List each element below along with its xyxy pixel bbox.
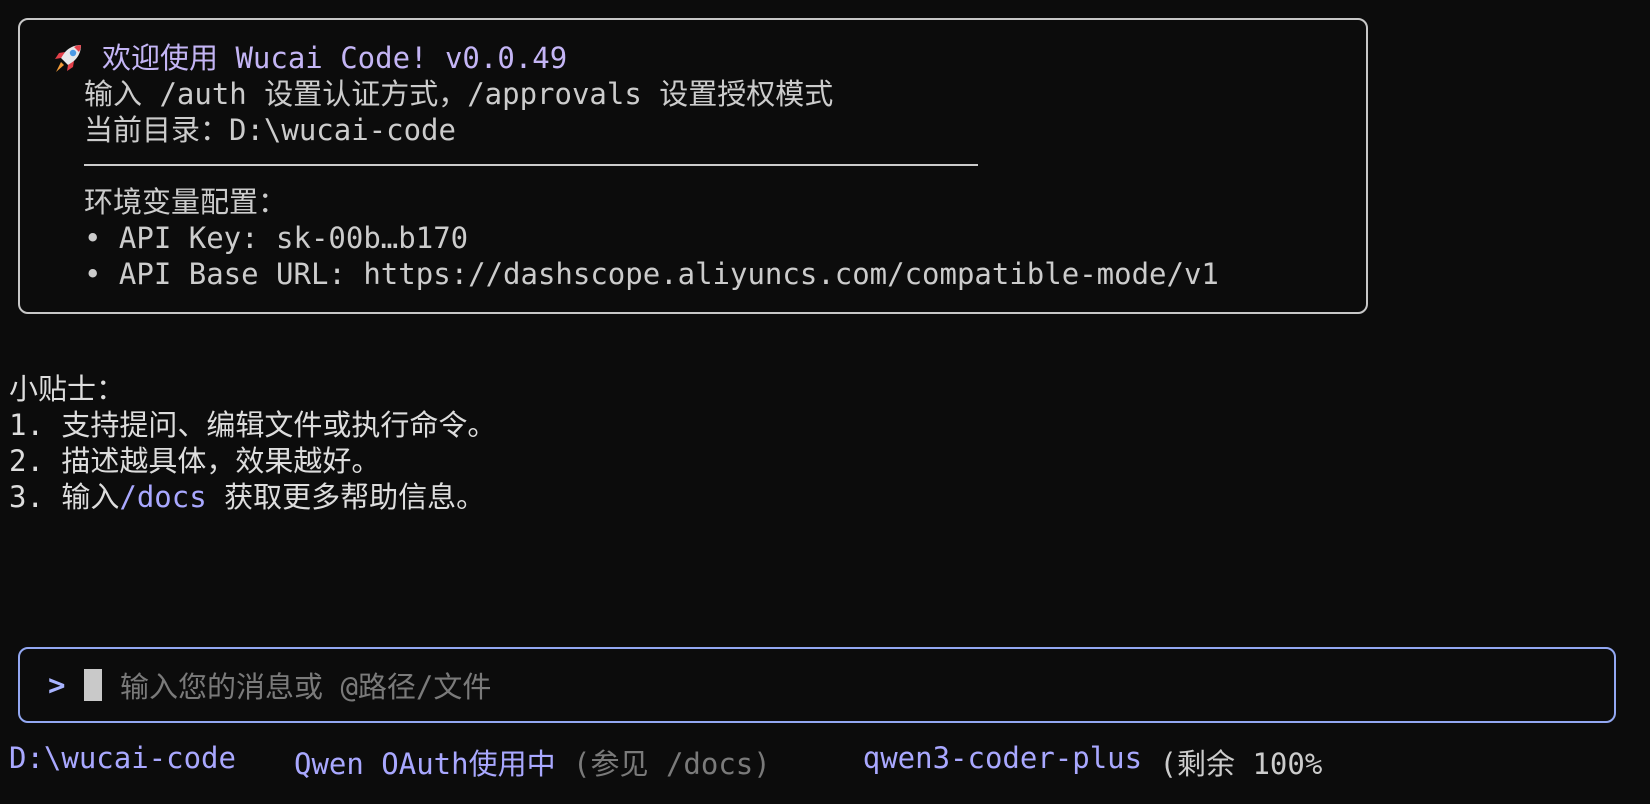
rocket-icon bbox=[55, 45, 81, 72]
welcome-panel: 欢迎使用 Wucai Code! v0.0.49 输入 /auth 设置认证方式… bbox=[18, 18, 1368, 314]
tip-item: 1. 支持提问、编辑文件或执行命令。 bbox=[9, 408, 497, 442]
status-auth-note: (参见 /docs) bbox=[555, 747, 771, 781]
env-heading: 环境变量配置： bbox=[84, 185, 288, 219]
welcome-title-row: 欢迎使用 Wucai Code! v0.0.49 bbox=[50, 40, 1366, 76]
tip-item: 2. 描述越具体，效果越好。 bbox=[9, 444, 381, 478]
status-model: qwen3-coder-plus bbox=[862, 741, 1143, 775]
tip-item-suffix: 获取更多帮助信息。 bbox=[206, 480, 486, 514]
tips-heading: 小贴士： bbox=[9, 372, 126, 406]
tip-item-prefix: 3. 输入 bbox=[9, 480, 120, 514]
current-directory: 当前目录：D:\wucai-code bbox=[84, 113, 456, 147]
message-input[interactable]: > 输入您的消息或 @路径/文件 bbox=[18, 647, 1616, 723]
tip-item: 3. 输入/docs 获取更多帮助信息。 bbox=[9, 479, 496, 515]
status-context-remaining: (剩余 100% bbox=[1142, 747, 1323, 781]
welcome-title: 欢迎使用 Wucai Code! v0.0.49 bbox=[102, 41, 568, 75]
tips-section: 小贴士： 1. 支持提问、编辑文件或执行命令。 2. 描述越具体，效果越好。 3… bbox=[9, 371, 496, 515]
text-cursor bbox=[84, 669, 102, 701]
status-path: D:\wucai-code bbox=[9, 741, 236, 775]
env-item-api-base-url: • API Base URL: https://dashscope.aliyun… bbox=[84, 257, 1219, 291]
auth-hint: 输入 /auth 设置认证方式，/approvals 设置授权模式 bbox=[84, 77, 834, 111]
chevron-right-icon: > bbox=[48, 668, 66, 702]
status-auth: Qwen OAuth使用中 bbox=[293, 747, 556, 781]
docs-command-link[interactable]: /docs bbox=[119, 480, 206, 514]
status-bar: D:\wucai-code Qwen OAuth使用中 (参见 /docs) q… bbox=[9, 741, 1322, 783]
env-item-api-key: • API Key: sk-00b…b170 bbox=[84, 221, 469, 255]
divider bbox=[84, 164, 978, 166]
input-placeholder: 输入您的消息或 @路径/文件 bbox=[120, 670, 492, 704]
